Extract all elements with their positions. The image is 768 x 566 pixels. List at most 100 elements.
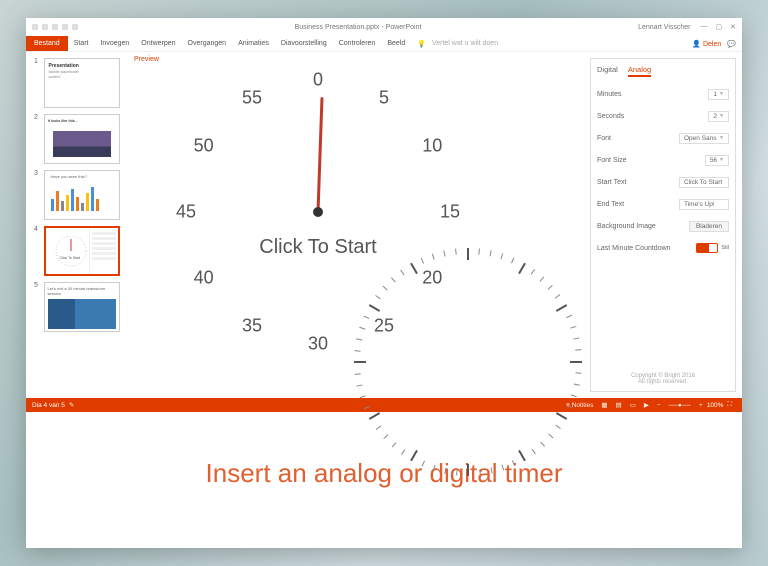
major-tick <box>467 464 469 476</box>
thumb-title: Presentation <box>49 63 115 69</box>
share-label: Delen <box>703 41 721 48</box>
starttext-input[interactable]: Click To Start <box>679 177 729 188</box>
tab-digital[interactable]: Digital <box>597 65 618 77</box>
thumb-title: Have you seen this? <box>51 174 113 179</box>
minutes-label: Minutes <box>597 91 708 98</box>
thumb-title: Let's exit a 30 minute brainstorm sessio… <box>48 286 116 296</box>
powerpoint-window: Business Presentation.pptx - PowerPoint … <box>26 18 742 548</box>
dial-number: 50 <box>194 136 214 157</box>
tell-me-input[interactable]: Vertel wat u wilt doen <box>426 40 504 47</box>
zoom-out-button[interactable]: − <box>657 402 661 409</box>
thumbnail-5[interactable]: 5 Let's exit a 30 minute brainstorm sess… <box>34 282 120 332</box>
major-tick <box>354 361 366 363</box>
titlebar: Business Presentation.pptx - PowerPoint … <box>26 18 742 36</box>
font-select[interactable]: Open Sans▼ <box>679 133 729 144</box>
qat-icon[interactable] <box>42 24 48 30</box>
minutes-select[interactable]: 1▼ <box>708 89 729 100</box>
share-button[interactable]: 👤 Delen <box>692 40 721 48</box>
maximize-button[interactable]: ▢ <box>716 23 723 31</box>
minor-tick <box>363 316 369 319</box>
dial-number: 10 <box>422 136 442 157</box>
lmc-toggle[interactable] <box>696 243 718 253</box>
comments-icon[interactable]: 💬 <box>727 40 736 48</box>
ribbon-tab-design[interactable]: Ontwerpen <box>135 40 181 47</box>
close-button[interactable]: ✕ <box>730 23 736 31</box>
dial-number: 40 <box>194 268 214 289</box>
minor-tick <box>455 249 457 255</box>
analog-clock[interactable]: Click To Start 0510152025303540455055 <box>168 62 468 362</box>
user-name: Lennart Visscher <box>638 24 690 31</box>
zoom-slider[interactable]: ──●── <box>669 402 691 409</box>
thumbnail-3[interactable]: 3 Have you seen this? <box>34 170 120 220</box>
zoom-in-button[interactable]: + <box>699 402 703 409</box>
dial-number: 45 <box>176 202 196 223</box>
minor-tick <box>359 327 365 330</box>
seconds-select[interactable]: 2▼ <box>708 111 729 122</box>
ribbon-tab-view[interactable]: Beeld <box>381 40 411 47</box>
click-to-start[interactable]: Click To Start <box>259 236 376 259</box>
tab-analog[interactable]: Analog <box>628 65 651 77</box>
tell-me-icon: 💡 <box>417 40 426 48</box>
ribbon-tab-slideshow[interactable]: Diavoorstelling <box>275 40 333 47</box>
minimize-button[interactable]: — <box>701 23 708 31</box>
notes-button[interactable]: ≡ Notities <box>566 402 593 409</box>
status-bar: Dia 4 van 5 ✎ ≡ Notities ▦ ▤ ▭ ▶ − ──●──… <box>26 398 742 412</box>
minor-tick <box>356 338 362 340</box>
zoom-value[interactable]: 100% <box>707 402 724 409</box>
bar-chart-icon <box>51 183 113 211</box>
view-slideshow-icon[interactable]: ▶ <box>644 401 649 409</box>
qat-icon[interactable] <box>52 24 58 30</box>
minor-tick <box>432 254 435 260</box>
minor-tick <box>573 337 579 339</box>
minor-tick <box>511 257 514 263</box>
view-sorter-icon[interactable]: ▤ <box>616 401 622 409</box>
minor-tick <box>570 326 576 329</box>
slide-counter: Dia 4 van 5 <box>32 402 65 409</box>
fit-window-icon[interactable]: ⛶ <box>727 401 732 409</box>
endtext-input[interactable]: Time's Up! <box>679 199 729 210</box>
minor-tick <box>400 270 404 275</box>
minor-tick <box>540 277 545 282</box>
minor-tick <box>355 350 361 352</box>
seconds-label: Seconds <box>597 113 708 120</box>
thumbnail-4[interactable]: 4 Click To Start <box>34 226 120 276</box>
minor-tick <box>355 373 361 375</box>
ribbon-tab-start[interactable]: Start <box>68 40 95 47</box>
thumbnail-2[interactable]: 2 It looks like this... <box>34 114 120 164</box>
thumb-number: 1 <box>34 58 40 108</box>
ribbon-tab-insert[interactable]: Invoegen <box>94 40 135 47</box>
clock-hub <box>313 207 323 217</box>
view-reading-icon[interactable]: ▭ <box>630 401 636 409</box>
file-tab[interactable]: Bestand <box>26 36 68 51</box>
panel-footer: Copyright © Bright 2016 All rights reser… <box>597 373 729 385</box>
chevron-down-icon: ▼ <box>719 91 724 97</box>
qat-icon[interactable] <box>32 24 38 30</box>
ribbon-tab-review[interactable]: Controleren <box>333 40 382 47</box>
qat-icon[interactable] <box>62 24 68 30</box>
minor-tick <box>478 249 480 255</box>
dial-number: 30 <box>308 334 328 355</box>
quick-access-toolbar[interactable] <box>32 24 78 30</box>
lmc-small-label: Stil <box>721 245 729 251</box>
ribbon-tab-animations[interactable]: Animaties <box>232 40 275 47</box>
browse-button[interactable]: Bladeren <box>689 221 729 232</box>
ribbon-tab-transitions[interactable]: Overgangen <box>182 40 233 47</box>
marketing-caption: Insert an analog or digital timer <box>206 458 563 489</box>
video-thumbnail <box>48 299 116 329</box>
fontsize-select[interactable]: 56▼ <box>705 155 729 166</box>
dial-number: 25 <box>374 316 394 337</box>
fontsize-label: Font Size <box>597 157 705 164</box>
window-title: Business Presentation.pptx - PowerPoint <box>78 24 638 31</box>
minor-tick <box>575 372 581 374</box>
thumbnail-1[interactable]: 1 Presentation subtitle placeholder cont… <box>34 58 120 108</box>
thumb-number: 5 <box>34 282 40 332</box>
dial-number: 0 <box>313 70 323 91</box>
slide-thumbnails[interactable]: 1 Presentation subtitle placeholder cont… <box>26 52 128 398</box>
slide-editor[interactable]: Preview Click To Start 05101520253035404… <box>128 52 590 398</box>
workspace: 1 Presentation subtitle placeholder cont… <box>26 52 742 398</box>
minor-tick <box>571 394 577 397</box>
font-label: Font <box>597 135 679 142</box>
bg-label: Background Image <box>597 223 689 230</box>
view-normal-icon[interactable]: ▦ <box>601 401 607 409</box>
spellcheck-icon[interactable]: ✎ <box>69 401 74 409</box>
